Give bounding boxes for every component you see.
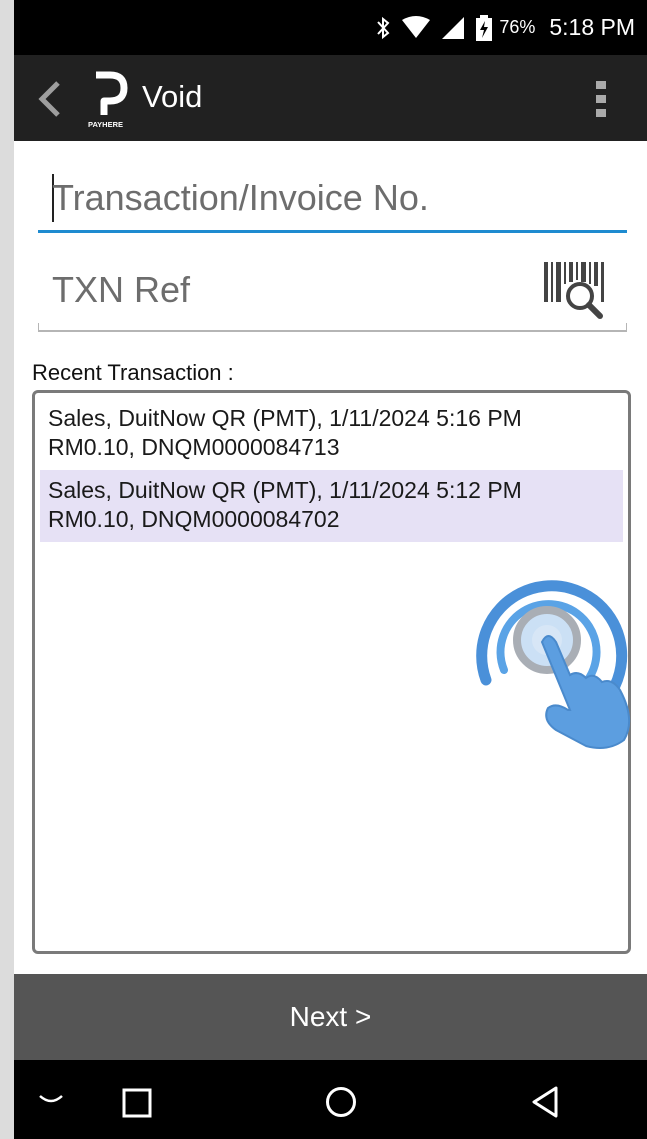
payhere-logo: PAYHERE — [88, 71, 128, 129]
battery-percent: 76% — [499, 17, 536, 37]
transaction-invoice-field[interactable] — [38, 160, 627, 233]
status-bar: 76% 5:18 PM — [14, 0, 647, 55]
recent-transaction-label: Recent Transaction : — [32, 360, 234, 385]
txn-line-2: RM0.10, DNQM0000084702 — [48, 506, 340, 532]
list-item[interactable]: Sales, DuitNow QR (PMT), 1/11/2024 5:12 … — [40, 470, 623, 542]
recents-square-icon[interactable] — [122, 1088, 152, 1118]
status-time: 5:18 PM — [549, 14, 635, 40]
txn-line-1: Sales, DuitNow QR (PMT), 1/11/2024 5:12 … — [48, 477, 522, 503]
navigation-bar — [14, 1060, 647, 1139]
transaction-invoice-input[interactable] — [38, 176, 532, 220]
list-item[interactable]: Sales, DuitNow QR (PMT), 1/11/2024 5:16 … — [40, 398, 623, 470]
next-button[interactable]: Next > — [14, 974, 647, 1060]
tap-gesture-icon — [476, 580, 631, 749]
hide-keyboard-icon[interactable] — [38, 1092, 64, 1106]
wifi-icon — [402, 15, 431, 38]
txn-line-1: Sales, DuitNow QR (PMT), 1/11/2024 5:16 … — [48, 405, 522, 431]
home-circle-icon[interactable] — [325, 1086, 357, 1118]
signal-icon — [442, 16, 465, 39]
barcode-scan-icon[interactable] — [542, 258, 612, 322]
txn-ref-underline — [38, 323, 627, 332]
txn-line-2: RM0.10, DNQM0000084713 — [48, 434, 340, 460]
logo-text: PAYHERE — [88, 120, 123, 129]
app-bar: PAYHERE Void — [14, 55, 647, 141]
txn-ref-input[interactable] — [38, 268, 532, 312]
page-title: Void — [142, 79, 203, 114]
back-triangle-icon[interactable] — [530, 1085, 560, 1119]
bluetooth-icon — [377, 16, 390, 39]
back-chevron-icon[interactable] — [34, 79, 66, 119]
phone-screen: 76% 5:18 PM PAYHERE Void Transaction/Inv… — [14, 0, 647, 1139]
battery-charging-icon — [476, 14, 493, 41]
txn-ref-field[interactable] — [38, 248, 627, 332]
more-vert-icon[interactable] — [594, 79, 608, 119]
